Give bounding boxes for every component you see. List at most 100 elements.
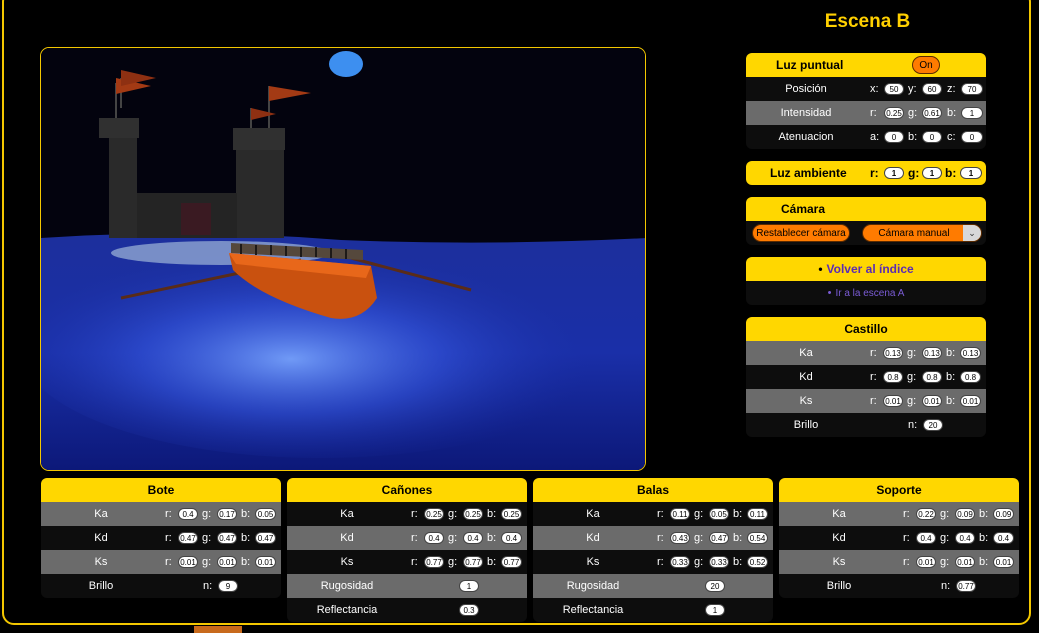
pos-x-input[interactable]: 50: [884, 83, 904, 95]
g-key: g:: [908, 166, 920, 180]
canones-ka-r[interactable]: 0.25: [424, 508, 444, 520]
b-key: b:: [733, 556, 743, 568]
soporte-kd-r[interactable]: 0.4: [916, 532, 936, 544]
b-key: b:: [241, 556, 251, 568]
soporte-ks-r[interactable]: 0.01: [916, 556, 936, 568]
int-r-input[interactable]: 0.25: [884, 107, 904, 119]
atenuacion-row: Atenuacion a: 0 b: 0 c: 0: [746, 125, 986, 149]
scene-a-link[interactable]: Ir a la escena A: [835, 288, 904, 299]
r-key: r:: [870, 166, 879, 180]
castillo-brillo-input[interactable]: 20: [923, 419, 943, 431]
canones-rugosidad-input[interactable]: 1: [459, 580, 479, 592]
row-label: Brillo: [826, 580, 852, 592]
soporte-title: Soporte: [876, 483, 922, 497]
balas-kd-b[interactable]: 0.54: [747, 532, 768, 544]
balas-reflectancia-input[interactable]: 1: [705, 604, 725, 616]
luz-puntual-panel: Luz puntual On Posición x: 50 y: 60 z: 7…: [746, 53, 986, 149]
soporte-ka-g[interactable]: 0.09: [955, 508, 975, 520]
row-label: Intensidad: [780, 107, 832, 119]
bote-ka-g[interactable]: 0.17: [217, 508, 237, 520]
page-title: Escena B: [824, 11, 911, 32]
pos-y-input[interactable]: 60: [922, 83, 942, 95]
balas-ka-r[interactable]: 0.11: [670, 508, 690, 520]
bote-kd-g[interactable]: 0.47: [217, 532, 237, 544]
aten-a-input[interactable]: 0: [884, 131, 904, 143]
bote-ks-r[interactable]: 0.01: [178, 556, 198, 568]
luz-ambiente-panel: Luz ambiente r: 1 g: 1 b: 1: [746, 161, 986, 185]
canones-ks-g[interactable]: 0.77: [463, 556, 483, 568]
b-key: b:: [947, 107, 957, 119]
soporte-brillo-input[interactable]: 0.77: [956, 580, 976, 592]
aten-c-input[interactable]: 0: [961, 131, 983, 143]
castillo-kd-b[interactable]: 0.8: [960, 371, 981, 383]
bote-ks-b[interactable]: 0.01: [255, 556, 276, 568]
b-key: b:: [908, 131, 918, 143]
soporte-ks-b[interactable]: 0.01: [993, 556, 1014, 568]
castillo-kd-g[interactable]: 0.8: [922, 371, 942, 383]
int-g-input[interactable]: 0.61: [922, 107, 942, 119]
g-key: g:: [448, 532, 458, 544]
castillo-ks-g[interactable]: 0.01: [922, 395, 942, 407]
balas-ka-b[interactable]: 0.11: [747, 508, 768, 520]
g-key: g:: [907, 347, 917, 359]
castillo-ka-r[interactable]: 0.13: [883, 347, 903, 359]
soporte-kd-b[interactable]: 0.4: [993, 532, 1014, 544]
bote-brillo-input[interactable]: 9: [218, 580, 238, 592]
camera-mode-select[interactable]: Cámara manual ⌄: [862, 224, 982, 242]
bote-ka-b[interactable]: 0.05: [255, 508, 276, 520]
bote-ks-g[interactable]: 0.01: [217, 556, 237, 568]
canones-rugosidad-row: Rugosidad 1: [287, 574, 527, 598]
castillo-ks-b[interactable]: 0.01: [960, 395, 981, 407]
int-b-input[interactable]: 1: [961, 107, 983, 119]
balas-ka-g[interactable]: 0.05: [709, 508, 729, 520]
canones-kd-g[interactable]: 0.4: [463, 532, 483, 544]
amb-b-input[interactable]: 1: [960, 167, 982, 179]
b-key: b:: [979, 556, 989, 568]
balas-ks-r[interactable]: 0.33: [670, 556, 690, 568]
moon: [329, 51, 363, 77]
bote-kd-r[interactable]: 0.47: [178, 532, 198, 544]
balas-kd-g[interactable]: 0.47: [709, 532, 729, 544]
canones-ks-r[interactable]: 0.77: [424, 556, 444, 568]
balas-ks-g[interactable]: 0.33: [709, 556, 729, 568]
aten-b-input[interactable]: 0: [922, 131, 942, 143]
balas-ks-b[interactable]: 0.52: [747, 556, 768, 568]
pos-z-input[interactable]: 70: [961, 83, 983, 95]
back-to-index-link[interactable]: Volver al índice: [827, 262, 914, 276]
scene-viewport[interactable]: [40, 47, 646, 471]
balas-rugosidad-input[interactable]: 20: [705, 580, 725, 592]
soporte-panel: Soporte Ka r: 0.22 g: 0.09 b: 0.09 Kd r:…: [779, 478, 1019, 598]
panel-header: Cámara: [746, 197, 986, 221]
amb-g-input[interactable]: 1: [922, 167, 942, 179]
canones-ks-b[interactable]: 0.77: [501, 556, 522, 568]
reset-camera-button[interactable]: Restablecer cámara: [752, 224, 850, 242]
canones-reflectancia-input[interactable]: 0.3: [459, 604, 479, 616]
bote-ka-r[interactable]: 0.4: [178, 508, 198, 520]
castillo-ka-b[interactable]: 0.13: [960, 347, 981, 359]
soporte-ks-g[interactable]: 0.01: [955, 556, 975, 568]
balas-kd-r[interactable]: 0.43: [670, 532, 690, 544]
bote-panel: Bote Ka r: 0.4 g: 0.17 b: 0.05 Kd r: 0.4…: [41, 478, 281, 598]
canones-ka-b[interactable]: 0.25: [501, 508, 522, 520]
y-key: y:: [908, 83, 917, 95]
soporte-kd-g[interactable]: 0.4: [955, 532, 975, 544]
amb-r-input[interactable]: 1: [884, 167, 904, 179]
z-key: z:: [947, 83, 956, 95]
canones-kd-b[interactable]: 0.4: [501, 532, 522, 544]
r-key: r:: [411, 556, 418, 568]
g-key: g:: [448, 556, 458, 568]
g-key: g:: [694, 508, 704, 520]
b-key: b:: [733, 532, 743, 544]
luz-puntual-toggle[interactable]: On: [912, 56, 940, 74]
castillo-ka-g[interactable]: 0.13: [922, 347, 942, 359]
luz-puntual-title: Luz puntual: [776, 58, 844, 72]
bote-kd-b[interactable]: 0.47: [255, 532, 276, 544]
soporte-ka-b[interactable]: 0.09: [993, 508, 1014, 520]
g-key: g:: [940, 532, 950, 544]
scene-render[interactable]: [41, 48, 646, 471]
castillo-ks-r[interactable]: 0.01: [883, 395, 903, 407]
soporte-ka-r[interactable]: 0.22: [916, 508, 936, 520]
canones-kd-r[interactable]: 0.4: [424, 532, 444, 544]
castillo-kd-r[interactable]: 0.8: [883, 371, 903, 383]
canones-ka-g[interactable]: 0.25: [463, 508, 483, 520]
